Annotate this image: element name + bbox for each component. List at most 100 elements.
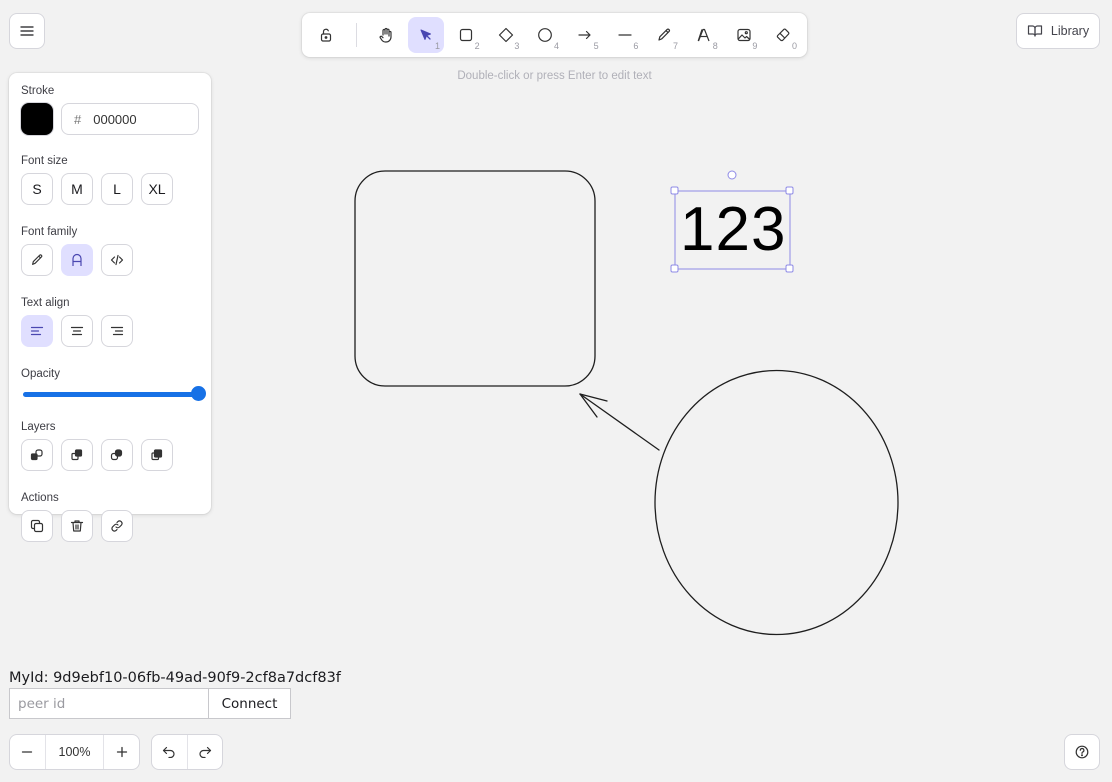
text-align-right-button[interactable] [101,315,133,347]
zoom-in-button[interactable] [104,735,139,769]
text-icon [697,28,710,42]
zoom-controls: 100% [9,734,140,770]
tool-line[interactable]: 6 [607,17,643,53]
tool-diamond[interactable]: 3 [488,17,524,53]
eraser-icon [776,28,790,42]
redo-button[interactable] [186,735,223,769]
trash-icon [70,520,84,532]
pencil-icon [32,254,43,265]
layers-title: Layers [21,421,56,433]
align-center-icon [70,326,84,336]
duplicate-button[interactable] [21,510,53,542]
undo-button[interactable] [152,735,187,769]
minus-icon [22,751,33,753]
undo-icon [163,746,175,758]
tool-hand[interactable] [369,17,405,53]
my-id-label: MyId: 9d9ebf10-06fb-49ad-90f9-2cf8a7dcf8… [9,670,341,686]
font-family-code-button[interactable] [101,244,133,276]
pencil-icon [658,28,671,41]
tool-key-hint: 2 [474,41,480,51]
bring-forward-button[interactable] [101,439,133,471]
arrow-shape[interactable] [579,393,660,451]
stroke-title: Stroke [21,85,55,97]
diamond-icon [498,27,513,43]
font-size-large-button[interactable]: L [101,173,133,205]
tool-ellipse[interactable]: 4 [527,17,563,53]
tool-key-hint: 5 [593,41,599,51]
delete-button[interactable] [61,510,93,542]
toolbar-separator [355,23,357,47]
bring-to-front-icon [151,449,163,461]
rectangle-shape[interactable] [354,170,596,387]
tool-image[interactable]: 9 [726,17,762,53]
tool-draw[interactable]: 7 [646,17,682,53]
font-size-medium-button[interactable]: M [61,173,93,205]
font-family-normal-button[interactable] [61,244,93,276]
text-align-center-button[interactable] [61,315,93,347]
pointer-icon [420,29,432,40]
hash-label: # [74,111,82,127]
line-icon [617,34,632,36]
rectangle-icon [459,28,472,42]
zoom-out-button[interactable] [10,735,45,769]
main-menu-button[interactable] [9,13,45,49]
tool-lock[interactable] [308,17,344,53]
peer-id-input[interactable] [9,688,209,719]
plus-icon [116,746,127,758]
bring-to-front-button[interactable] [141,439,173,471]
align-left-icon [30,326,44,336]
send-to-back-icon [30,449,43,461]
font-size-small-button[interactable]: S [21,173,53,205]
circle-icon [538,28,553,42]
actions-title: Actions [21,492,59,504]
unlock-icon [320,28,331,42]
send-to-back-button[interactable] [21,439,53,471]
edit-hint: Double-click or press Enter to edit text [457,70,652,82]
connect-button[interactable]: Connect [208,688,291,719]
book-icon [1027,25,1042,37]
properties-panel: Stroke # 000000 Font size S M L XL Font … [9,73,211,542]
my-id-value: 9d9ebf10-06fb-49ad-90f9-2cf8a7dcf83f [53,670,341,686]
opacity-title: Opacity [21,368,60,380]
tool-key-hint: 7 [673,41,679,51]
tool-key-hint: 3 [514,41,520,51]
text-element[interactable]: 123 [680,193,786,267]
align-right-icon [110,326,124,336]
copy-icon [30,519,44,533]
library-button[interactable]: Library [1016,13,1100,49]
tool-text[interactable]: 8 [686,17,722,53]
opacity-slider-thumb[interactable] [191,386,206,401]
help-button[interactable] [1064,734,1100,770]
stroke-color-swatch[interactable] [21,103,53,135]
send-backward-icon [71,449,83,461]
tool-arrow[interactable]: 5 [567,17,603,53]
tool-key-hint: 4 [554,41,560,51]
font-family-title: Font family [21,226,78,238]
link-button[interactable] [101,510,133,542]
font-family-handdrawn-button[interactable] [21,244,53,276]
tool-key-hint: 9 [752,41,758,51]
help-icon [1075,745,1089,759]
opacity-slider[interactable] [23,386,206,401]
tool-selection[interactable]: 1 [408,17,444,53]
stroke-hex-input[interactable]: # 000000 [61,103,199,135]
ellipse-shape[interactable] [654,369,899,636]
text-align-left-button[interactable] [21,315,53,347]
link-icon [111,520,123,532]
send-backward-button[interactable] [61,439,93,471]
tool-rectangle[interactable]: 2 [448,17,484,53]
tool-eraser[interactable]: 0 [765,17,801,53]
opacity-slider-fill [23,392,199,397]
my-id-prefix: MyId: [9,670,49,686]
zoom-level-button[interactable]: 100% [44,735,105,769]
stroke-hex-value: 000000 [93,111,137,127]
hand-icon [380,27,393,43]
tool-key-hint: 8 [712,41,718,51]
code-icon [110,254,124,266]
rotation-handle[interactable] [727,170,737,180]
image-icon [736,28,751,42]
bring-forward-icon [110,449,123,461]
font-size-xl-button[interactable]: XL [141,173,173,205]
arrow-right-icon [578,30,591,40]
tool-key-hint: 6 [633,41,639,51]
